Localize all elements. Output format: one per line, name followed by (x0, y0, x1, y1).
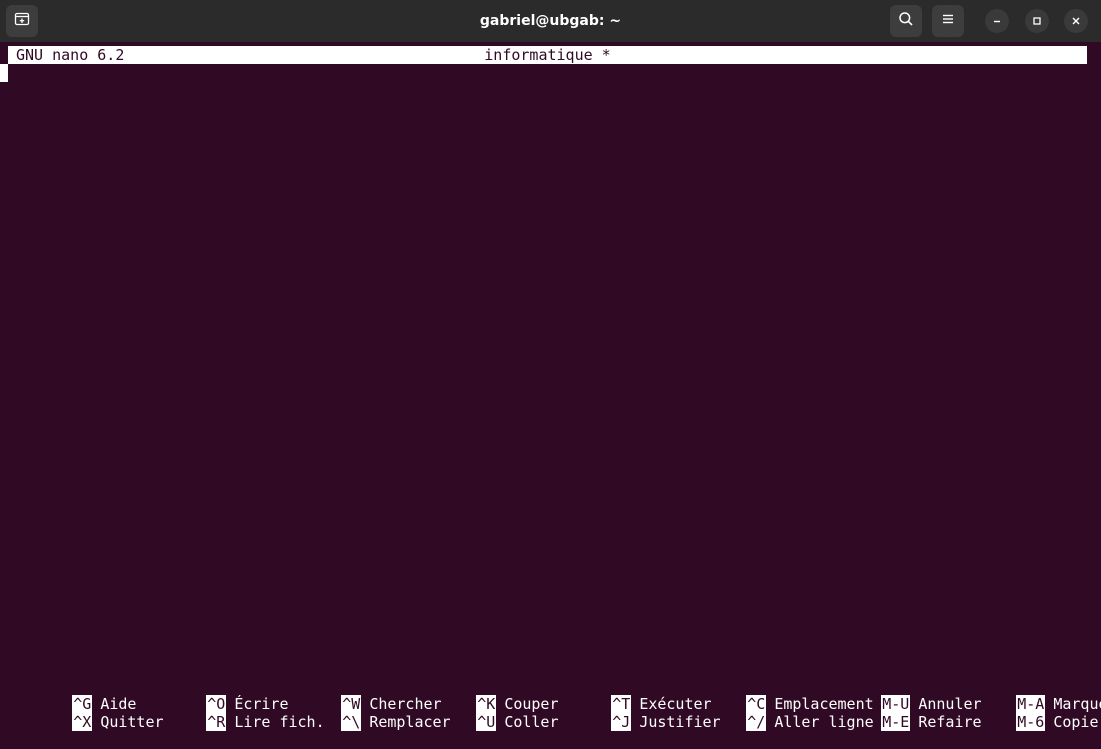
nano-header-bar: GNU nano 6.2 informatique * (8, 46, 1087, 64)
shortcut-key: ^/ (746, 713, 767, 731)
minimize-icon (991, 12, 1003, 31)
shortcut-key: M-6 (1016, 713, 1046, 731)
shortcut-copy[interactable]: M-6 Copier (944, 695, 1101, 731)
minimize-button[interactable] (985, 9, 1009, 33)
shortcut-cut[interactable]: ^K Couper (404, 677, 559, 713)
close-icon (1070, 12, 1082, 31)
search-icon (898, 11, 914, 31)
shortcut-mark[interactable]: M-AMarquer (944, 677, 1101, 713)
shortcut-bar: ^G Aide ^O Écrire ^W Chercher ^K Couper ^T Ex… (0, 677, 1101, 731)
shortcut-key: M-E (881, 713, 911, 731)
search-button[interactable] (890, 5, 922, 37)
shortcut-key: ^U (476, 713, 497, 731)
file-name: informatique * (484, 46, 611, 64)
shortcut-help[interactable]: ^G Aide (0, 677, 136, 713)
shortcut-key: ^X (72, 713, 93, 731)
maximize-button[interactable] (1025, 9, 1049, 33)
maximize-icon (1031, 12, 1043, 31)
title-bar: gabriel@ubgab: ~ (0, 0, 1101, 42)
terminal-window: gabriel@ubgab: ~ GNU nano 6.2 informatiq… (0, 0, 1101, 731)
hamburger-menu-icon (940, 11, 956, 31)
shortcut-paste[interactable]: ^U Coller (404, 695, 559, 731)
shortcut-key: ^\ (341, 713, 362, 731)
shortcut-key: ^R (206, 713, 227, 731)
close-button[interactable] (1064, 9, 1088, 33)
terminal-area[interactable]: GNU nano 6.2 informatique * ^G Aide ^O Écr… (0, 42, 1101, 731)
shortcut-write[interactable]: ^O Écrire (134, 677, 289, 713)
menu-button[interactable] (932, 5, 964, 37)
shortcut-label: Copier (1053, 713, 1101, 731)
text-cursor (0, 64, 8, 82)
shortcut-key: ^J (611, 713, 632, 731)
